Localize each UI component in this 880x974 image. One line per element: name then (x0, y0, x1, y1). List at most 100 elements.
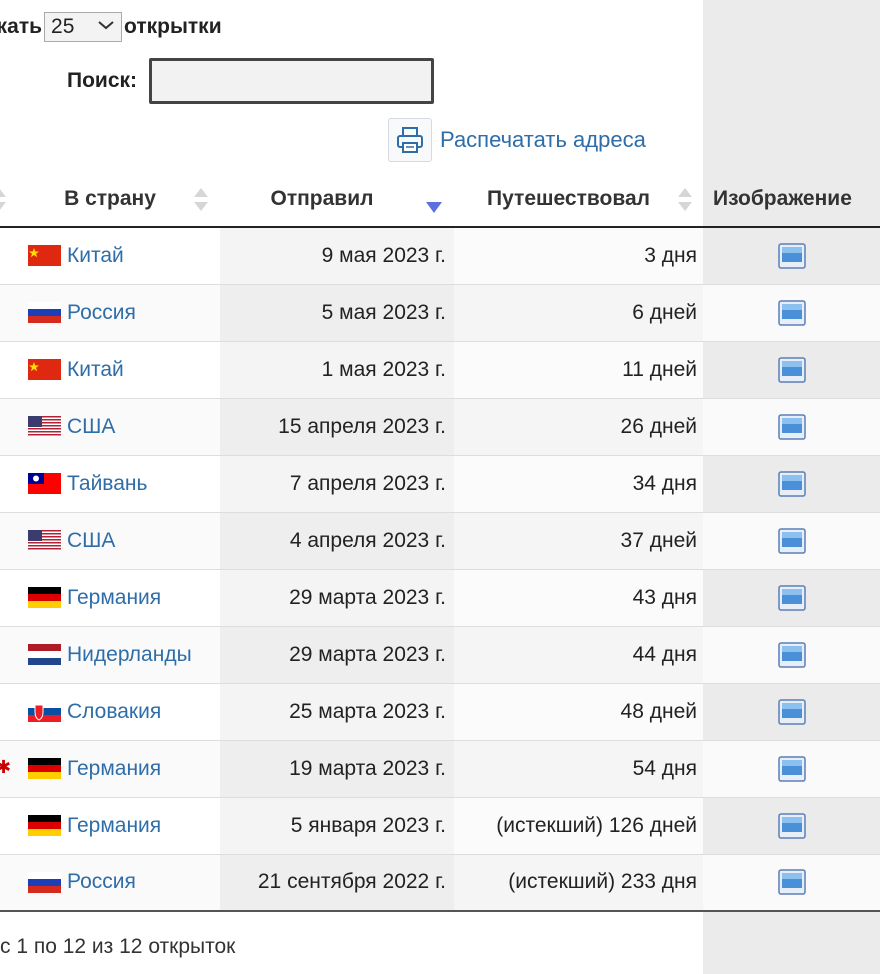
page-size-value: 25 (51, 15, 75, 38)
cell-sent-date: 5 января 2023 г. (220, 796, 454, 854)
cell-sent-date: 9 мая 2023 г. (220, 226, 454, 284)
page-size-select[interactable]: 25 (44, 12, 123, 42)
flag-icon (28, 701, 61, 722)
flag-icon (28, 302, 61, 323)
image-icon (777, 584, 806, 611)
chevron-down-icon (97, 18, 115, 36)
cell-traveled: 11 дней (454, 340, 703, 398)
cell-traveled: 48 дней (454, 682, 703, 740)
country-link[interactable]: Россия (67, 301, 136, 325)
table-row: ✱ Германия 19 марта 2023 г. 54 дня (0, 739, 880, 797)
warning-mark-icon: ✱ (0, 756, 12, 777)
header-traveled[interactable]: Путешествовал (454, 172, 703, 228)
cell-country: Нидерланды (0, 625, 220, 683)
cell-sent-date: 29 марта 2023 г. (220, 568, 454, 626)
cell-country: Китай (0, 340, 220, 398)
cell-image[interactable] (703, 853, 880, 912)
sort-icon (194, 186, 208, 214)
image-icon (777, 356, 806, 383)
cell-image[interactable] (703, 226, 880, 284)
page-size-control: жать 25 открытки (0, 10, 222, 44)
flag-icon (28, 644, 61, 665)
cell-sent-date: 21 сентября 2022 г. (220, 853, 454, 912)
cell-sent-date: 19 марта 2023 г. (220, 739, 454, 797)
header-traveled-label: Путешествовал (487, 187, 650, 210)
cell-country: ✱ Германия (0, 739, 220, 797)
flag-icon (28, 587, 61, 608)
cell-image[interactable] (703, 682, 880, 740)
cell-image[interactable] (703, 340, 880, 398)
cell-country: США (0, 511, 220, 569)
cell-country: Россия (0, 283, 220, 341)
cell-country: Россия (0, 853, 220, 912)
country-link[interactable]: Словакия (67, 700, 161, 724)
sort-desc-icon (426, 202, 442, 213)
header-sent[interactable]: Отправил (220, 172, 454, 228)
image-icon (777, 299, 806, 326)
sort-icon (0, 186, 6, 214)
cell-traveled: 37 дней (454, 511, 703, 569)
country-link[interactable]: Нидерланды (67, 643, 192, 667)
cell-image[interactable] (703, 511, 880, 569)
search-input[interactable] (149, 58, 435, 104)
cell-country: Словакия (0, 682, 220, 740)
flag-icon (28, 359, 61, 380)
cell-sent-date: 29 марта 2023 г. (220, 625, 454, 683)
country-link[interactable]: Россия (67, 870, 136, 894)
cell-sent-date: 25 марта 2023 г. (220, 682, 454, 740)
cell-image[interactable] (703, 454, 880, 512)
country-link[interactable]: США (67, 529, 115, 553)
print-addresses-row: Распечатать адреса (388, 118, 646, 162)
cell-country: Германия (0, 796, 220, 854)
header-country[interactable]: В страну (0, 172, 220, 228)
image-icon (777, 755, 806, 782)
header-image-label: Изображение (713, 187, 852, 210)
table-header-row: В страну Отправил Путешествовал Изображе… (0, 172, 880, 228)
show-suffix-label: открытки (124, 15, 222, 38)
cell-image[interactable] (703, 625, 880, 683)
country-link[interactable]: США (67, 415, 115, 439)
cell-sent-date: 4 апреля 2023 г. (220, 511, 454, 569)
country-link[interactable]: Тайвань (67, 472, 147, 496)
cell-image[interactable] (703, 283, 880, 341)
image-icon (777, 698, 806, 725)
image-icon (777, 641, 806, 668)
country-link[interactable]: Германия (67, 586, 161, 610)
table-row: Нидерланды 29 марта 2023 г. 44 дня (0, 625, 880, 683)
cell-image[interactable] (703, 796, 880, 854)
cell-traveled: 6 дней (454, 283, 703, 341)
cell-sent-date: 15 апреля 2023 г. (220, 397, 454, 455)
table-row: США 4 апреля 2023 г. 37 дней (0, 511, 880, 569)
flag-icon (28, 815, 61, 836)
country-link[interactable]: Китай (67, 244, 124, 268)
table-row: Китай 9 мая 2023 г. 3 дня (0, 226, 880, 284)
cell-traveled: 43 дня (454, 568, 703, 626)
cell-sent-date: 7 апреля 2023 г. (220, 454, 454, 512)
header-image: Изображение (703, 172, 880, 228)
flag-icon (28, 871, 61, 893)
table-row: Словакия 25 марта 2023 г. 48 дней (0, 682, 880, 740)
table-row: Россия 21 сентября 2022 г. (истекший) 23… (0, 853, 880, 912)
cell-country: Китай (0, 226, 220, 284)
cell-image[interactable] (703, 397, 880, 455)
cell-image[interactable] (703, 739, 880, 797)
table-row: Германия 29 марта 2023 г. 43 дня (0, 568, 880, 626)
cell-sent-date: 5 мая 2023 г. (220, 283, 454, 341)
country-link[interactable]: Германия (67, 814, 161, 838)
search-label: Поиск: (67, 69, 138, 92)
search-row: Поиск: (67, 58, 435, 104)
flag-icon (28, 758, 61, 779)
print-addresses-link[interactable]: Распечатать адреса (440, 127, 646, 153)
cell-traveled: 44 дня (454, 625, 703, 683)
cell-image[interactable] (703, 568, 880, 626)
table-row: Китай 1 мая 2023 г. 11 дней (0, 340, 880, 398)
cell-traveled: 26 дней (454, 397, 703, 455)
image-icon (777, 243, 806, 269)
country-link[interactable]: Германия (67, 757, 161, 781)
country-link[interactable]: Китай (67, 358, 124, 382)
cell-country: Германия (0, 568, 220, 626)
cell-country: Тайвань (0, 454, 220, 512)
printer-icon[interactable] (388, 118, 432, 162)
image-icon (777, 869, 806, 895)
header-country-label: В страну (64, 187, 156, 210)
